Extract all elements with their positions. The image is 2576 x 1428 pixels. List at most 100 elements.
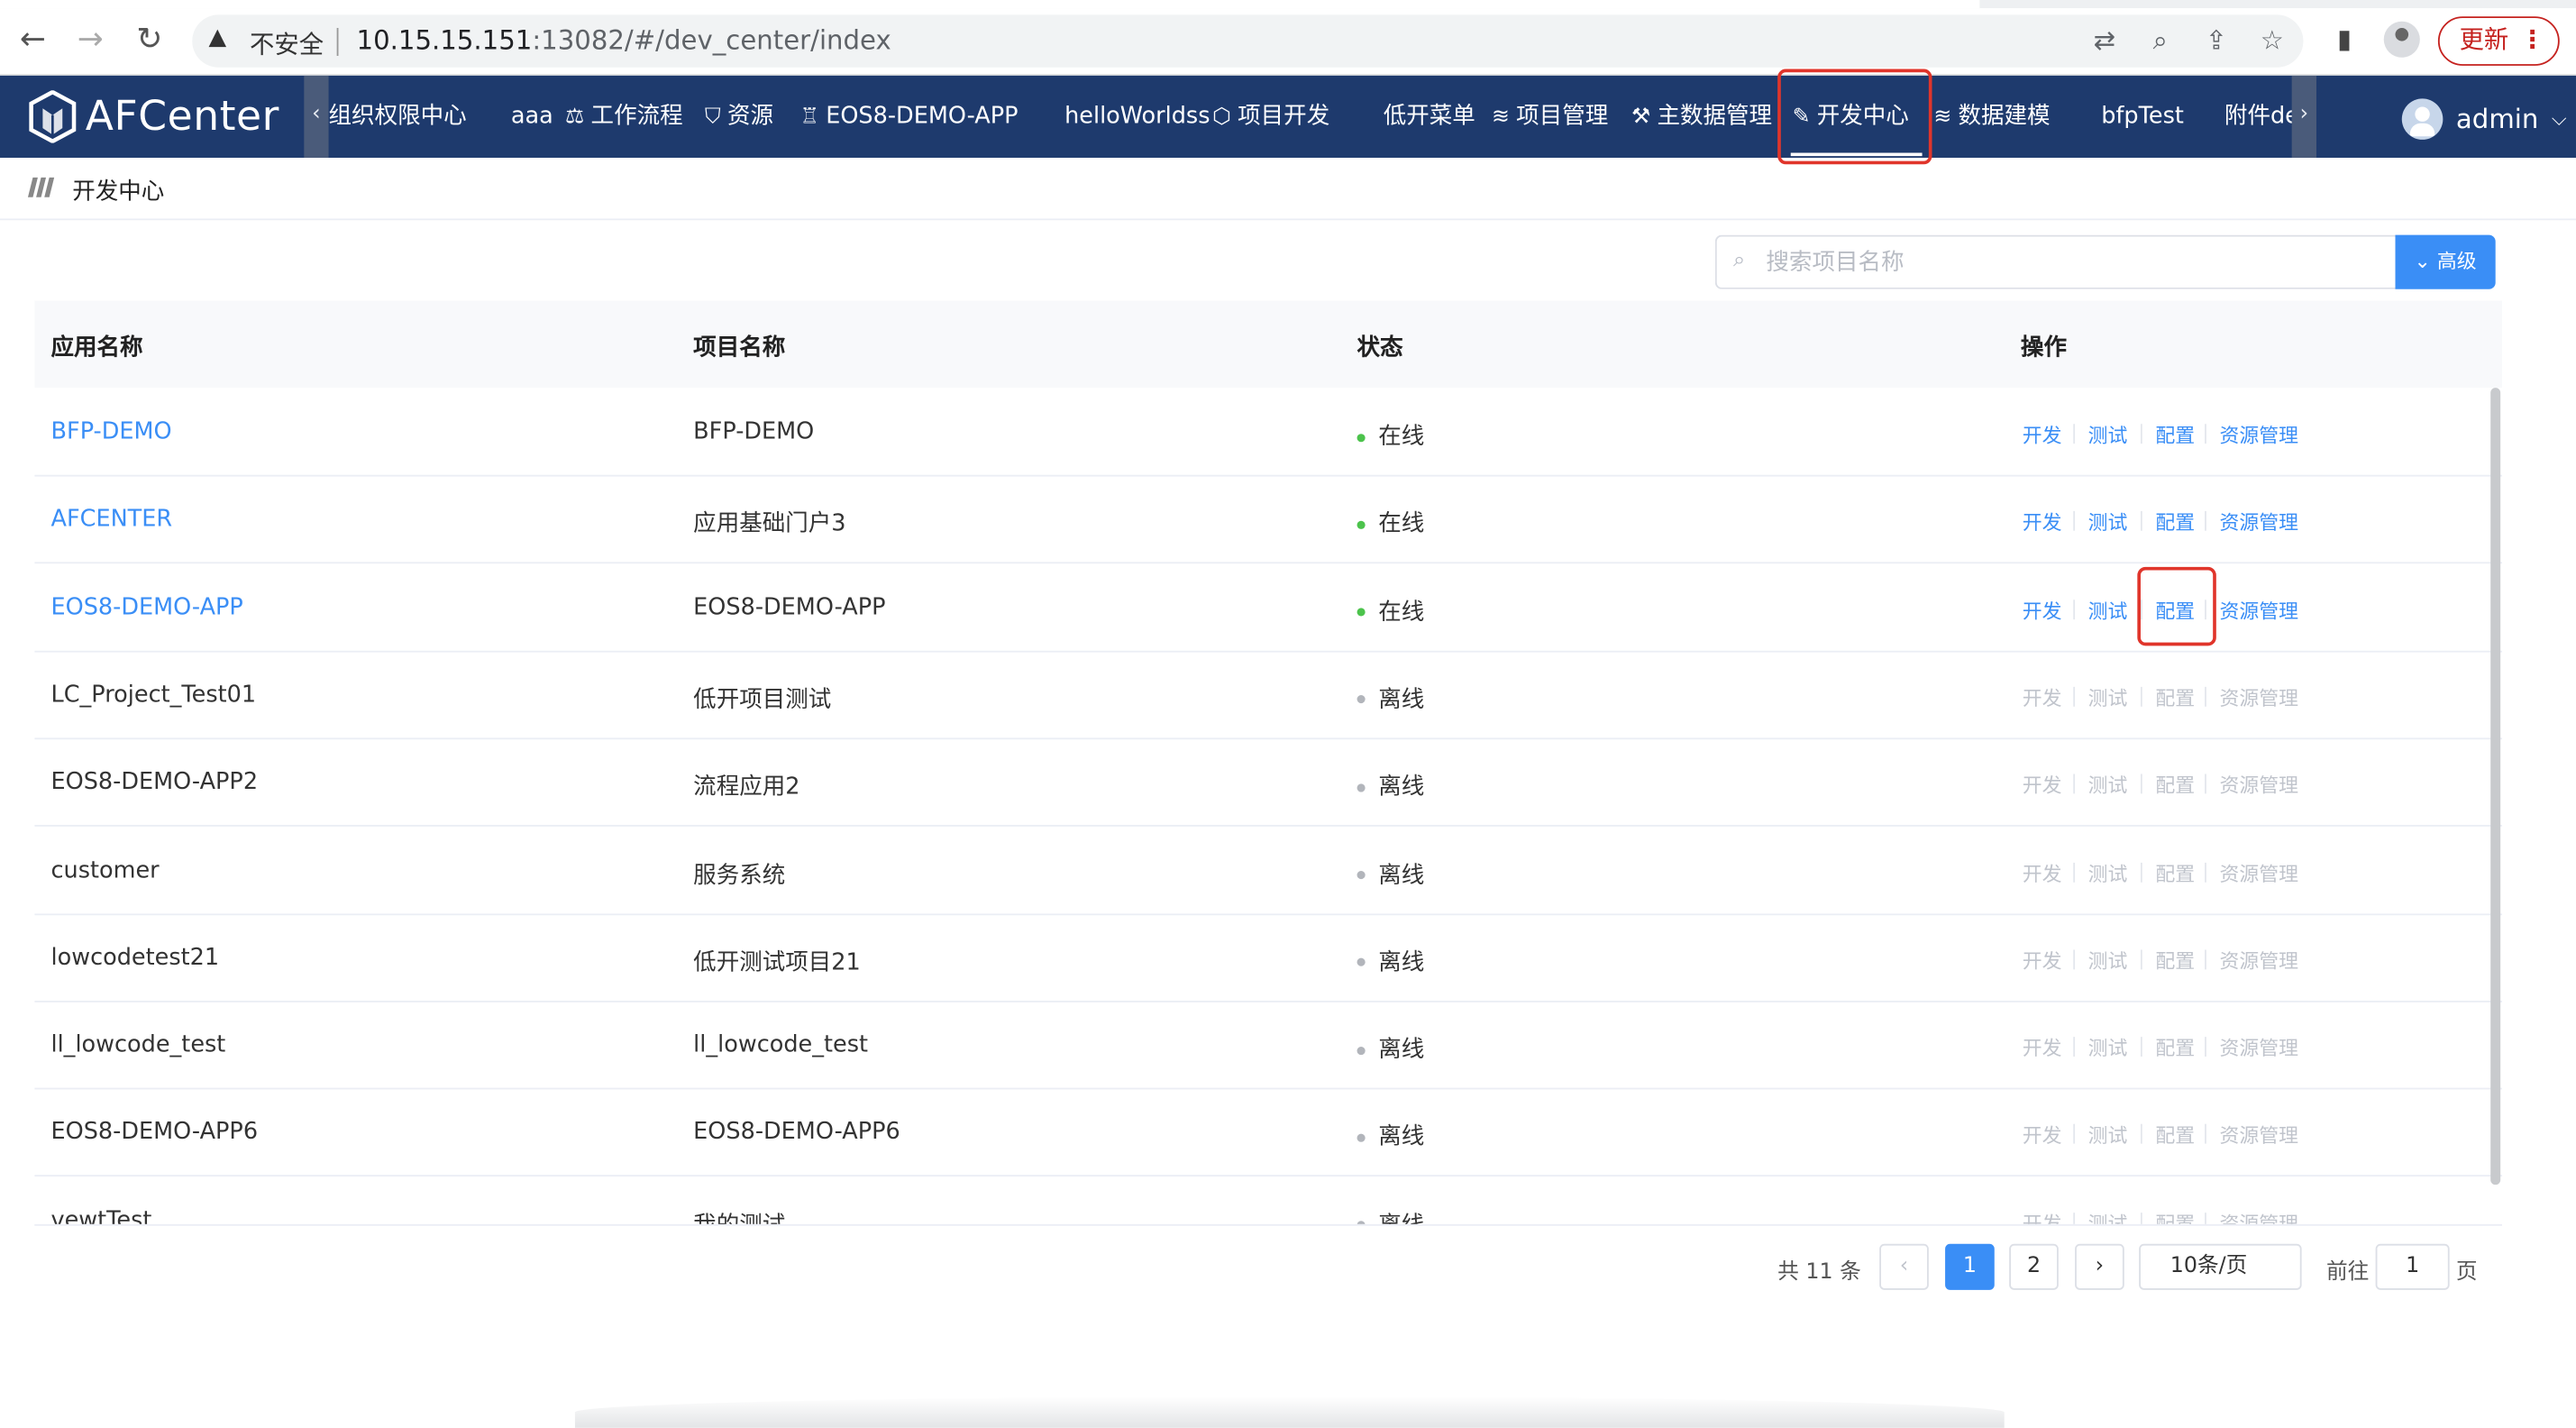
status-cell: 离线 [1357, 769, 1425, 801]
resource-mgmt-action[interactable]: 资源管理 [2219, 596, 2298, 624]
menu-item-aaa[interactable]: aaa [511, 76, 553, 158]
user-name: admin [2455, 102, 2539, 134]
menu-item-workflow[interactable]: ⚖ 工作流程 [565, 76, 683, 158]
action-divider [2073, 949, 2076, 970]
app-name-cell[interactable]: EOS8-DEMO-APP [51, 594, 243, 620]
page-2-button[interactable]: 2 [2009, 1243, 2059, 1290]
share-icon[interactable]: ⇪ [2198, 23, 2234, 60]
menu-item-lowcode-menu[interactable]: 低开菜单 [1384, 76, 1475, 158]
search-icon: ⌕ [1732, 248, 1746, 273]
action-divider [2140, 1124, 2142, 1145]
goto-page-input[interactable]: 1 [2375, 1243, 2450, 1290]
action-divider [2073, 1212, 2076, 1224]
app-name-cell[interactable]: BFP-DEMO [51, 419, 172, 445]
status-cell: 离线 [1357, 945, 1425, 977]
resource-mgmt-action[interactable]: 资源管理 [2219, 421, 2298, 449]
breadcrumb-icon [27, 177, 55, 197]
status-badge: 在线 [1378, 424, 1425, 451]
menu-item-helloworldss[interactable]: helloWorldss [1064, 76, 1210, 158]
menu-item-dev-center[interactable]: ✎ 开发中心 [1793, 76, 1909, 158]
project-name-cell: BFP-DEMO [693, 418, 815, 445]
test-action[interactable]: 测试 [2088, 508, 2128, 536]
next-page-icon[interactable]: › [2075, 1243, 2124, 1290]
resource-mgmt-action[interactable]: 资源管理 [2219, 508, 2298, 536]
status-badge: 离线 [1378, 686, 1425, 713]
project-name-cell: 低开项目测试 [693, 686, 832, 713]
page-1-button[interactable]: 1 [1945, 1243, 1995, 1290]
pagination-total: 共 11 条 [1777, 1260, 1861, 1286]
status-badge: 离线 [1378, 949, 1425, 976]
page-title: 开发中心 [72, 178, 165, 206]
status-dot-icon [1357, 783, 1366, 792]
status-cell: 在线 [1357, 419, 1425, 452]
address-bar[interactable]: ▲ 不安全 10.15.15.151:13082/#/dev_center/in… [192, 14, 2304, 68]
config-action: 配置 [2155, 1212, 2196, 1224]
action-divider [2140, 949, 2142, 970]
menu-item-resource[interactable]: ⛉ 资源 [705, 76, 773, 158]
forward-icon[interactable]: → [72, 22, 108, 58]
edit-icon: ✎ [1792, 105, 1811, 130]
table-scrollbar[interactable] [2490, 388, 2501, 1185]
active-menu-indicator [1790, 152, 1923, 157]
test-action[interactable]: 测试 [2088, 596, 2128, 624]
zoom-icon[interactable]: ⌕ [2142, 23, 2179, 60]
search-field[interactable]: ⌕ [1714, 234, 2396, 289]
warning-icon: ▲ [208, 24, 227, 51]
menu-item-project-mgmt[interactable]: ≋ 项目管理 [1492, 76, 1608, 158]
app-name-cell[interactable]: AFCENTER [51, 507, 173, 533]
update-button[interactable]: 更新 ⋮ [2437, 16, 2560, 66]
translate-icon[interactable]: ⇄ [2087, 23, 2123, 60]
config-action[interactable]: 配置 [2155, 508, 2195, 536]
table-row: lowcodetest21 低开测试项目21 离线 开发 测试 配置 资源管理 [34, 915, 2502, 1002]
menu-item-master-data[interactable]: ⚒ 主数据管理 [1631, 76, 1772, 158]
dev-action[interactable]: 开发 [2023, 596, 2062, 624]
table-row: LC_Project_Test01 低开项目测试 离线 开发 测试 配置 资源管理 [34, 652, 2502, 740]
app-name-cell: ll_lowcode_test [50, 1031, 226, 1058]
search-input[interactable] [1766, 246, 2374, 279]
menu-item-bfptest[interactable]: bfpTest [2101, 76, 2184, 158]
table-row: ll_lowcode_test ll_lowcode_test 离线 开发 测试 配置 资源… [34, 1002, 2502, 1090]
config-action: 配置 [2155, 862, 2196, 885]
status-dot-icon [1357, 695, 1366, 704]
menu-item-data-modeling[interactable]: ≋ 数据建模 [1933, 76, 2050, 158]
menu-item-attachment[interactable]: 附件de [2224, 76, 2299, 158]
dev-action: 开发 [2022, 1212, 2062, 1224]
status-badge: 离线 [1378, 774, 1425, 801]
screen: ← → ↻ ▲ 不安全 10.15.15.151:13082/#/dev_cen… [0, 0, 2576, 1428]
back-icon[interactable]: ← [14, 22, 50, 58]
action-divider [2073, 424, 2076, 444]
menu-scroll-right-icon[interactable]: › [2291, 75, 2317, 158]
url-text[interactable]: 10.15.15.151:13082/#/dev_center/index [357, 24, 891, 56]
config-action[interactable]: 配置 [2155, 421, 2195, 449]
advanced-search-button[interactable]: ⌄ 高级 [2395, 234, 2496, 289]
menu-item-org[interactable]: 组织权限中心 [329, 76, 467, 158]
prev-page-icon[interactable]: ‹ [1879, 1243, 1929, 1290]
action-divider [2205, 1124, 2206, 1145]
table-row: AFCENTER 应用基础门户3 在线 开发 测试 配置 资源管理 [34, 477, 2502, 564]
menu-item-eos8[interactable]: ♖ EOS8-DEMO-APP [800, 76, 1019, 158]
action-divider [2140, 862, 2142, 882]
page-size-select[interactable]: 10条/页 [2139, 1243, 2302, 1290]
dev-action[interactable]: 开发 [2023, 421, 2062, 449]
dev-action: 开发 [2022, 949, 2062, 973]
status-dot-icon [1357, 871, 1366, 880]
dev-action[interactable]: 开发 [2023, 508, 2062, 536]
resource-mgmt-action: 资源管理 [2219, 1124, 2298, 1148]
table-row: BFP-DEMO BFP-DEMO 在线 开发 测试 配置 资源管理 [34, 389, 2502, 477]
action-divider [2073, 511, 2076, 532]
bookmark-star-icon[interactable]: ☆ [2254, 23, 2290, 60]
side-panel-icon[interactable]: ▮ [2326, 22, 2362, 58]
user-menu[interactable]: admin ⌵ [2401, 97, 2567, 140]
menu-scroll-left-icon[interactable]: ‹ [304, 75, 329, 158]
resource-mgmt-action: 资源管理 [2219, 774, 2298, 798]
action-divider [2073, 599, 2076, 619]
menu-item-project-dev[interactable]: ⬡ 项目开发 [1212, 76, 1329, 158]
header-app-name: 应用名称 [50, 334, 143, 362]
test-action[interactable]: 测试 [2088, 421, 2128, 449]
config-action[interactable]: 配置 [2155, 596, 2195, 624]
project-name-cell: 应用基础门户3 [693, 511, 846, 538]
project-name-cell: 服务系统 [693, 862, 786, 889]
action-divider [2205, 424, 2206, 444]
reload-icon[interactable]: ↻ [132, 22, 168, 58]
profile-icon[interactable] [2383, 21, 2420, 58]
